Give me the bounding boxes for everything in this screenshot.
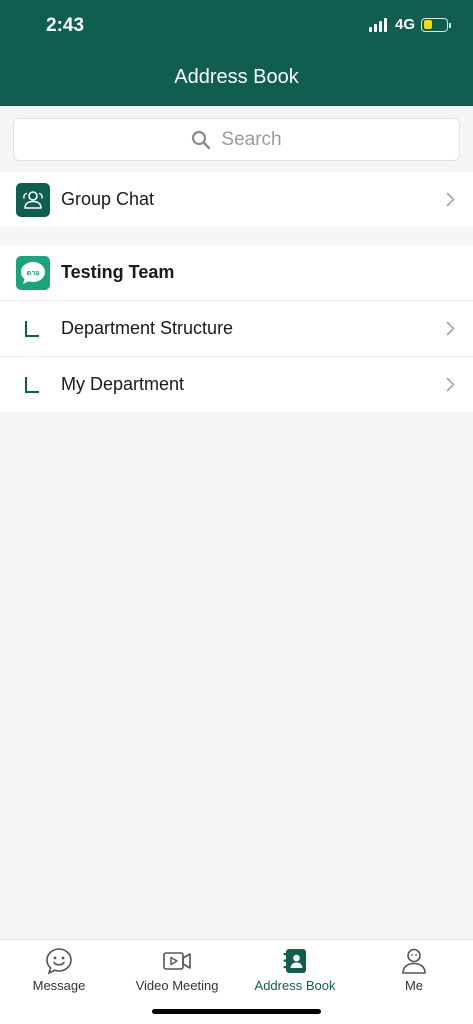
tree-branch-icon [25, 320, 39, 337]
signal-icon [368, 17, 387, 32]
battery-icon [421, 17, 451, 32]
chevron-right-icon [446, 192, 455, 207]
video-icon [163, 952, 191, 970]
status-time: 2:43 [46, 15, 85, 36]
chevron-right-icon [446, 321, 455, 336]
smile-chat-icon [46, 948, 72, 975]
app-header: 2:43 4G Address Book [0, 0, 473, 106]
search-placeholder: Search [221, 128, 282, 150]
tab-me[interactable]: Me [355, 947, 473, 993]
tab-address-book[interactable]: Address Book [236, 947, 354, 993]
tree-branch-icon [25, 376, 39, 393]
org-header-row[interactable]: ดาอ Testing Team [0, 245, 473, 300]
page-title: Address Book [174, 66, 299, 88]
search-input[interactable]: Search [13, 118, 460, 161]
group-chat-row[interactable]: Group Chat [0, 172, 473, 227]
my-department-row[interactable]: My Department [0, 357, 473, 412]
home-indicator [152, 1009, 321, 1014]
org-name: Testing Team [61, 262, 175, 282]
person-icon [402, 948, 426, 974]
address-book-icon [283, 949, 306, 973]
tab-message-label: Message [32, 978, 86, 993]
tab-message[interactable]: Message [0, 947, 118, 993]
tab-me-label: Me [404, 978, 424, 993]
my-department-label: My Department [61, 374, 185, 394]
status-indicators: 4G [368, 16, 451, 33]
tab-video-meeting[interactable]: Video Meeting [118, 947, 236, 993]
network-label: 4G [394, 16, 415, 33]
group-chat-icon [16, 182, 50, 217]
tab-address-book-label: Address Book [254, 978, 336, 993]
tab-video-meeting-label: Video Meeting [135, 978, 219, 993]
search-icon [192, 130, 211, 149]
org-logo-text: ดาอ [27, 269, 40, 277]
org-logo-icon: ดาอ [16, 255, 50, 290]
chevron-right-icon [446, 377, 455, 392]
department-structure-label: Department Structure [61, 318, 234, 338]
department-structure-row[interactable]: Department Structure [0, 301, 473, 356]
group-chat-label: Group Chat [61, 189, 155, 209]
